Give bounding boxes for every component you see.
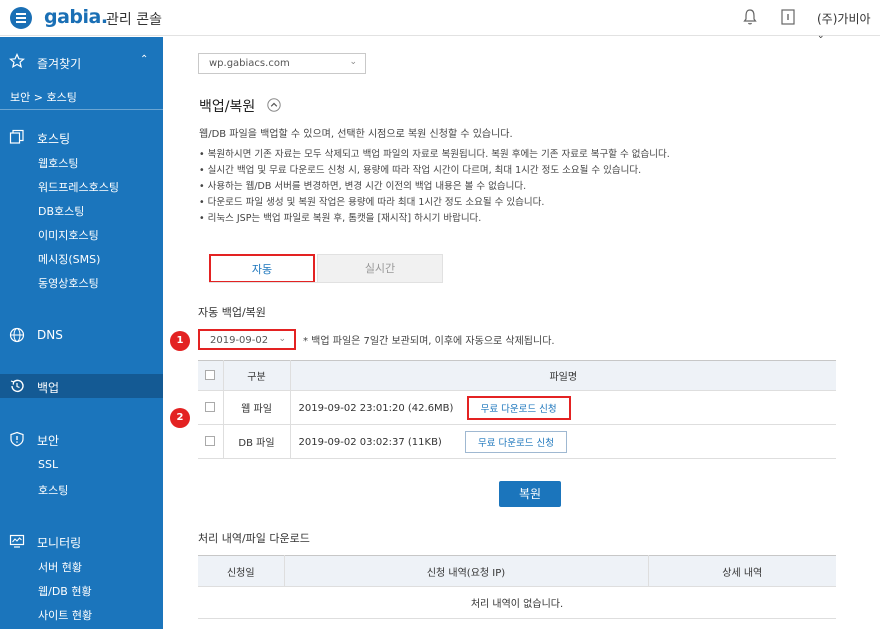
backup-date-select[interactable]: 2019-09-02 ⌄ bbox=[198, 329, 296, 350]
backup-file-table: 구분 파일명 웹 파일 2019-09-02 23:01:20 (42.6MB)… bbox=[198, 360, 836, 459]
restore-button[interactable]: 복원 bbox=[499, 481, 561, 507]
tabs-divider bbox=[209, 282, 443, 283]
auto-backup-heading: 자동 백업/복원 bbox=[198, 306, 266, 319]
globe-icon bbox=[9, 327, 25, 343]
free-download-button[interactable]: 무료 다운로드 신청 bbox=[466, 395, 571, 420]
column-header-filename: 파일명 bbox=[290, 360, 836, 391]
hamburger-menu-icon[interactable] bbox=[10, 7, 32, 29]
favorites-toggle[interactable]: 즐겨찾기 ⌃ bbox=[0, 50, 163, 74]
chevron-down-icon: ⌄ bbox=[278, 334, 286, 344]
free-download-button[interactable]: 무료 다운로드 신청 bbox=[465, 430, 567, 453]
step-badge-1: 1 bbox=[170, 331, 190, 351]
page-title: 백업/복원 bbox=[199, 99, 256, 115]
file-name: 2019-09-02 23:01:20 (42.6MB) bbox=[298, 402, 454, 414]
table-row: 처리 내역이 없습니다. bbox=[198, 586, 836, 619]
favorites-label: 즐겨찾기 bbox=[37, 57, 82, 71]
star-icon bbox=[9, 53, 25, 69]
section-description: 웹/DB 파일을 백업할 수 있으며, 선택한 시점으로 복원 신청할 수 있습… bbox=[199, 129, 513, 140]
backup-date-value: 2019-09-02 bbox=[210, 335, 269, 346]
select-all-cell bbox=[198, 360, 224, 391]
sidebar-divider bbox=[0, 109, 163, 110]
monitor-icon bbox=[9, 534, 25, 548]
notice-item: 사용하는 웹/DB 서버를 변경하면, 변경 시간 이전의 백업 내용은 볼 수… bbox=[199, 179, 670, 195]
sidebar-item-site-status[interactable]: 사이트 현황 bbox=[38, 607, 92, 623]
sidebar-group-monitoring[interactable]: 모니터링 bbox=[37, 534, 81, 551]
empty-history-message: 처리 내역이 없습니다. bbox=[198, 586, 836, 619]
sidebar-item-sms[interactable]: 메시징(SMS) bbox=[38, 251, 100, 267]
sidebar: 즐겨찾기 ⌃ 보안 > 호스팅 호스팅 웹호스팅 워드프레스호스팅 DB호스팅 … bbox=[0, 37, 163, 629]
tab-realtime[interactable]: 실시간 bbox=[317, 254, 443, 283]
tab-auto[interactable]: 자동 bbox=[209, 254, 315, 283]
table-row: DB 파일 2019-09-02 03:02:37 (11KB) 무료 다운로드… bbox=[198, 424, 836, 459]
main-content: wp.gabiacs.com ⌄ 백업/복원 웹/DB 파일을 백업할 수 있으… bbox=[163, 37, 880, 629]
breadcrumb-text: 보안 > 호스팅 bbox=[10, 91, 77, 104]
file-name: 2019-09-02 03:02:37 (11KB) bbox=[298, 436, 442, 448]
notice-list: 복원하시면 기존 자료는 모두 삭제되고 백업 파일의 자료로 복원됩니다. 복… bbox=[199, 147, 670, 227]
notice-item: 복원하시면 기존 자료는 모두 삭제되고 백업 파일의 자료로 복원됩니다. 복… bbox=[199, 147, 670, 163]
sidebar-group-hosting[interactable]: 호스팅 bbox=[37, 130, 70, 147]
console-title: 관리 콘솔 bbox=[106, 12, 162, 28]
sidebar-item-security-hosting[interactable]: 호스팅 bbox=[38, 482, 68, 498]
sidebar-item-db-hosting[interactable]: DB호스팅 bbox=[38, 203, 84, 219]
file-name-cell: 2019-09-02 03:02:37 (11KB) 무료 다운로드 신청 bbox=[290, 424, 836, 459]
chevron-down-icon: ⌄ bbox=[349, 57, 357, 67]
file-name-cell: 2019-09-02 23:01:20 (42.6MB) 무료 다운로드 신청 bbox=[290, 390, 836, 425]
shield-icon bbox=[10, 431, 24, 447]
notice-item: 리눅스 JSP는 백업 파일로 복원 후, 톰캣을 [재시작] 하시기 바랍니다… bbox=[199, 211, 670, 227]
history-heading: 처리 내역/파일 다운로드 bbox=[198, 532, 310, 545]
site-select[interactable]: wp.gabiacs.com ⌄ bbox=[198, 53, 366, 74]
row-checkbox[interactable] bbox=[205, 402, 216, 412]
gabia-logo[interactable]: gabia. bbox=[44, 6, 108, 28]
sidebar-item-server-status[interactable]: 서버 현황 bbox=[38, 559, 82, 575]
history-table: 신청일 신청 내역(요청 IP) 상세 내역 처리 내역이 없습니다. bbox=[198, 555, 836, 619]
sidebar-group-security[interactable]: 보안 bbox=[37, 432, 59, 449]
column-header-request-detail: 신청 내역(요청 IP) bbox=[284, 555, 649, 587]
table-row: 웹 파일 2019-09-02 23:01:20 (42.6MB) 무료 다운로… bbox=[198, 390, 836, 425]
column-header-request-date: 신청일 bbox=[198, 555, 285, 587]
sidebar-item-webdb-status[interactable]: 웹/DB 현황 bbox=[38, 583, 92, 599]
file-type-cell: 웹 파일 bbox=[223, 390, 291, 425]
user-name: (주)가비아 bbox=[817, 12, 871, 26]
step-badge-2: 2 bbox=[170, 408, 190, 428]
retention-note: * 백업 파일은 7일간 보관되며, 이후에 자동으로 삭제됩니다. bbox=[303, 336, 555, 347]
notice-item: 다운로드 파일 생성 및 복원 작업은 용량에 따라 최대 1시간 정도 소요될… bbox=[199, 195, 670, 211]
notice-item: 실시간 백업 및 무료 다운로드 신청 시, 용량에 따라 작업 시간이 다르며… bbox=[199, 163, 670, 179]
sidebar-item-ssl[interactable]: SSL bbox=[38, 458, 58, 471]
row-checkbox-cell bbox=[198, 390, 224, 425]
chevron-up-circle-icon[interactable] bbox=[267, 98, 281, 112]
row-checkbox[interactable] bbox=[205, 436, 216, 446]
sidebar-group-backup[interactable]: 백업 bbox=[37, 379, 59, 396]
site-select-value: wp.gabiacs.com bbox=[209, 58, 290, 69]
column-header-type: 구분 bbox=[223, 360, 291, 391]
copy-icon bbox=[9, 129, 24, 144]
sidebar-item-web-hosting[interactable]: 웹호스팅 bbox=[38, 155, 78, 171]
sidebar-item-image-hosting[interactable]: 이미지호스팅 bbox=[38, 227, 99, 243]
top-header: gabia. 관리 콘솔 (주)가비아 ⌄ bbox=[0, 0, 880, 41]
file-type-cell: DB 파일 bbox=[223, 424, 291, 459]
select-all-checkbox[interactable] bbox=[205, 370, 216, 380]
sidebar-item-video-hosting[interactable]: 동영상호스팅 bbox=[38, 275, 99, 291]
notice-icon[interactable] bbox=[780, 8, 796, 26]
sidebar-group-dns[interactable]: DNS bbox=[37, 328, 63, 342]
column-header-detail: 상세 내역 bbox=[648, 555, 836, 587]
row-checkbox-cell bbox=[198, 424, 224, 459]
bell-icon[interactable] bbox=[742, 8, 758, 26]
chevron-up-icon: ⌃ bbox=[140, 54, 149, 65]
history-icon bbox=[10, 379, 24, 393]
sidebar-item-wordpress-hosting[interactable]: 워드프레스호스팅 bbox=[38, 179, 119, 195]
